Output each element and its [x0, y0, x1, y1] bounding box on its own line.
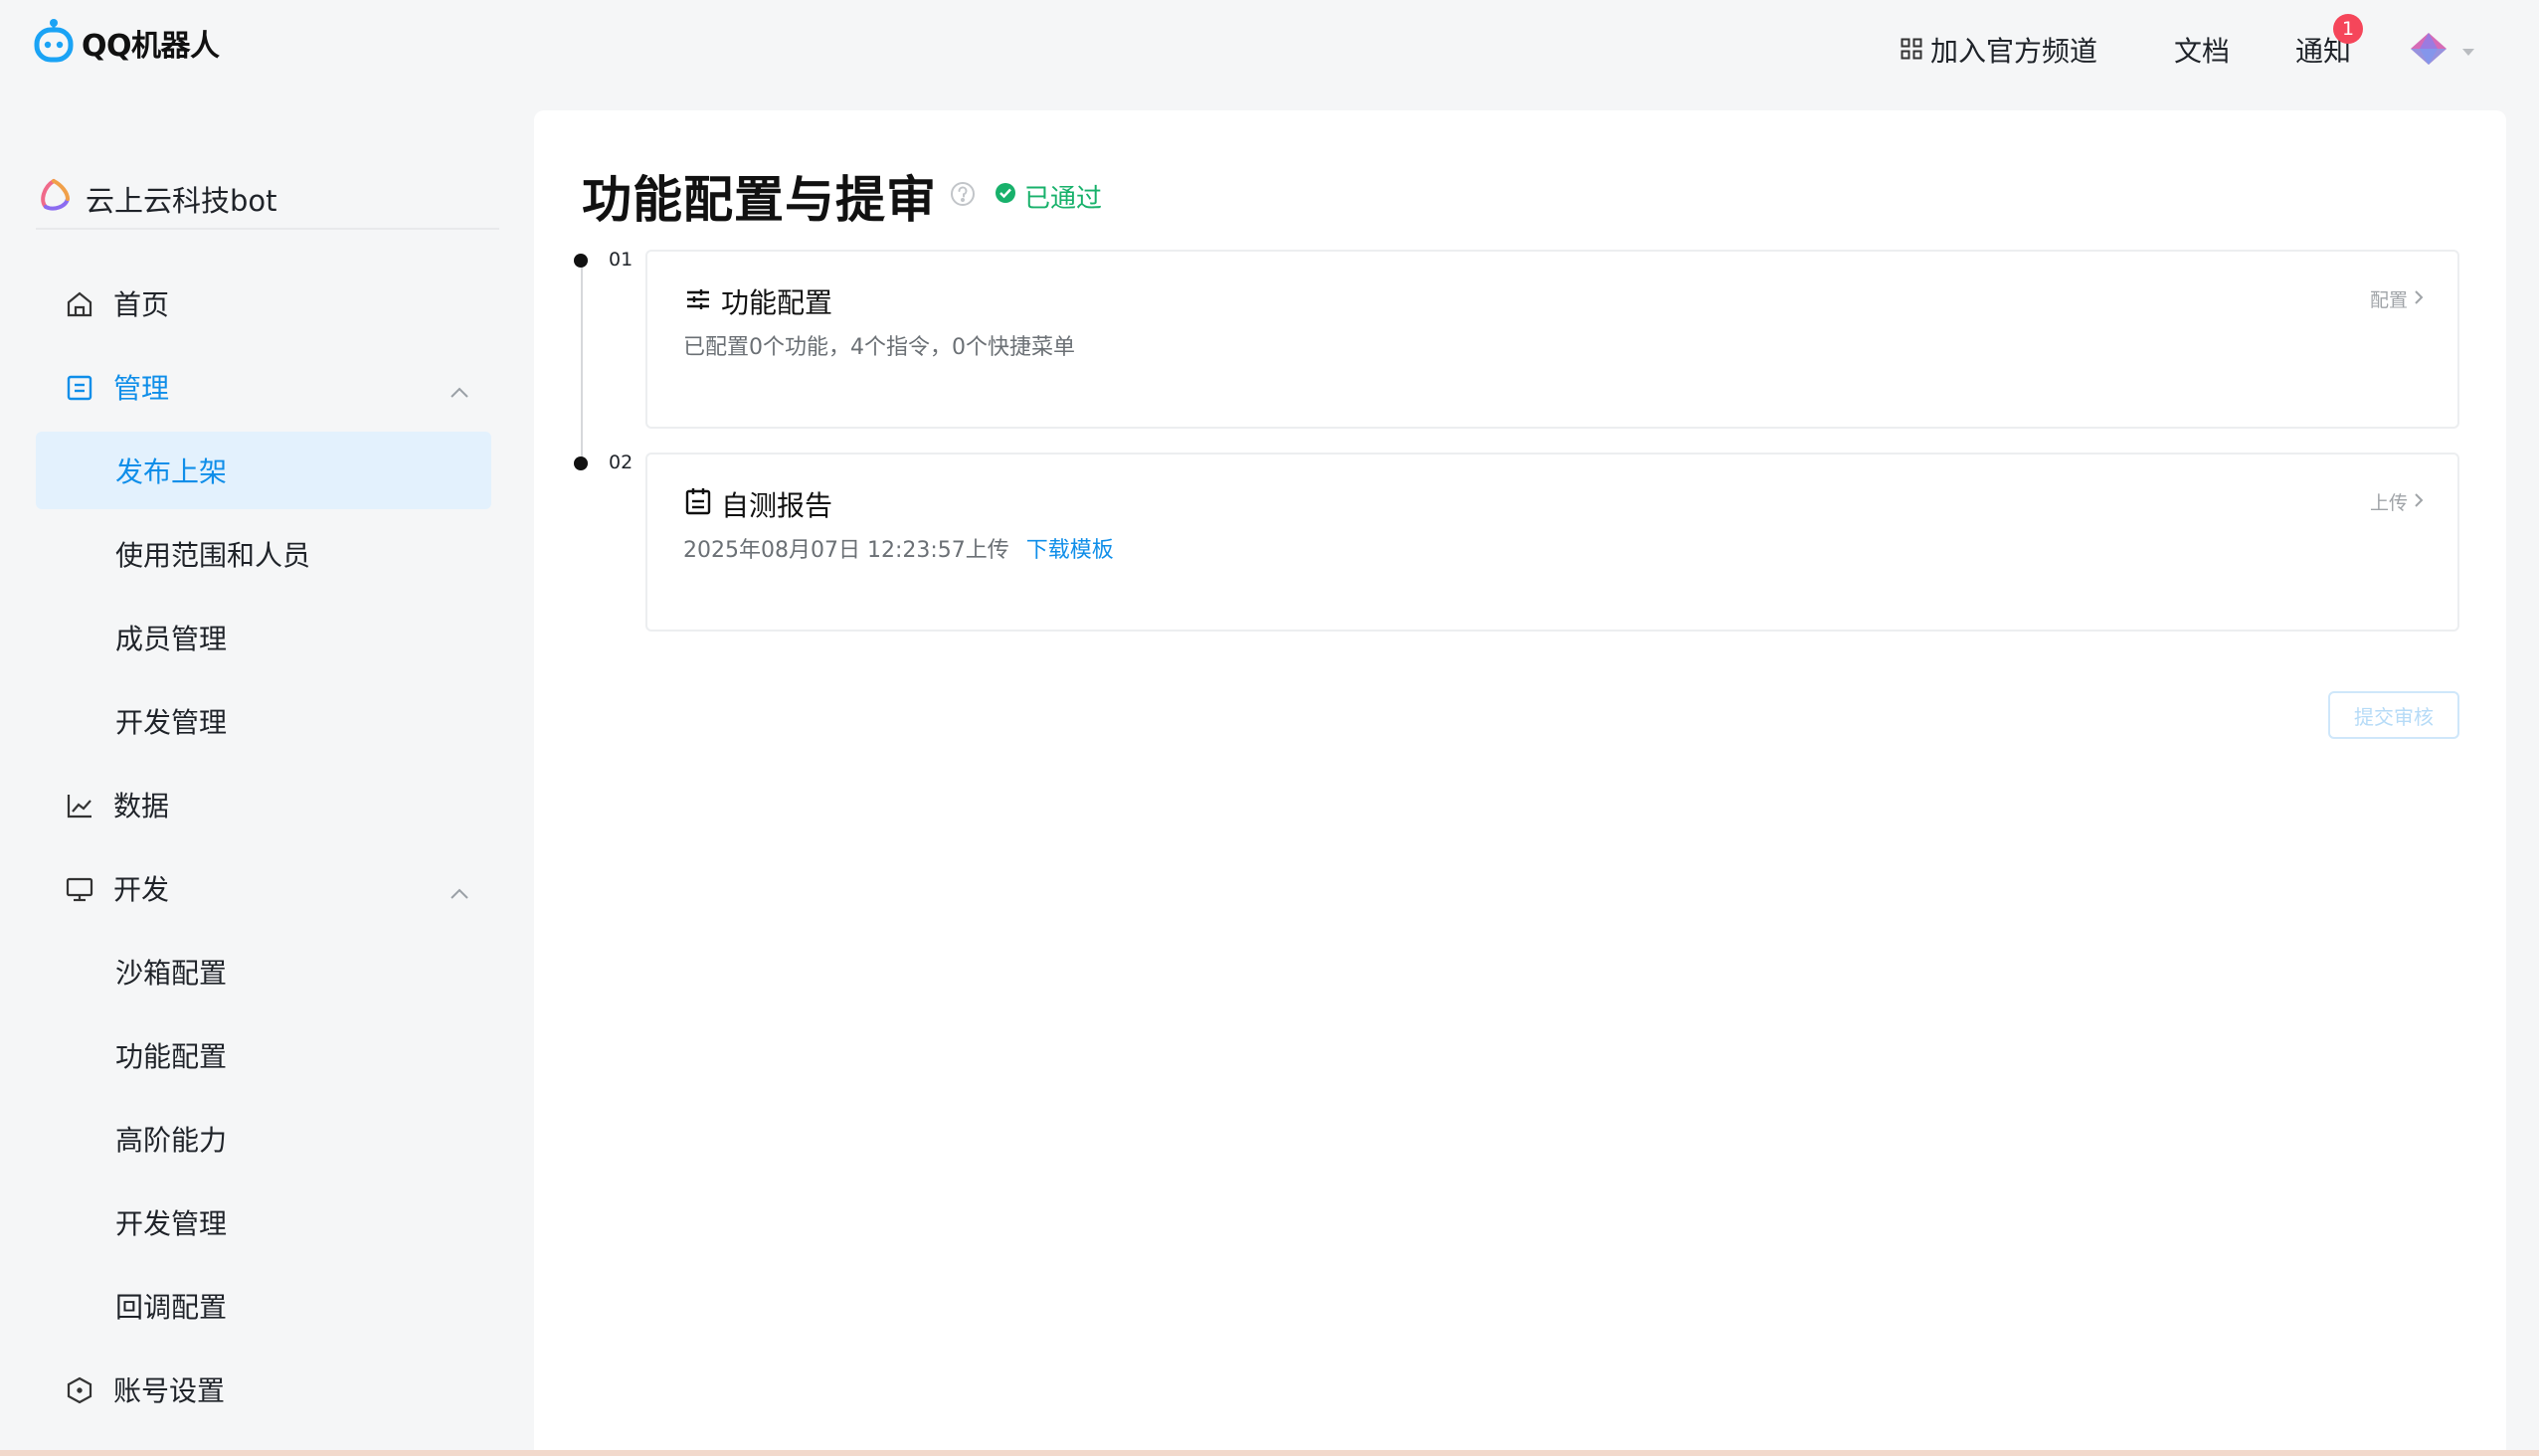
sidebar-item-members[interactable]: 成员管理: [36, 599, 491, 676]
card-title-text: 自测报告: [721, 489, 833, 522]
help-icon[interactable]: [949, 180, 977, 212]
card-title-text: 功能配置: [721, 286, 833, 319]
chevron-right-icon: [2414, 491, 2424, 513]
check-circle-icon: [995, 181, 1016, 211]
sidebar-item-label: 开发管理: [115, 1207, 228, 1240]
sidebar-item-label: 功能配置: [115, 1040, 228, 1073]
clipboard-icon: [685, 487, 711, 522]
sidebar-item-scope[interactable]: 使用范围和人员: [36, 515, 491, 593]
window-bottom-edge: [0, 1450, 2539, 1456]
status-badge: 已通过: [995, 178, 1102, 215]
avatar: [2410, 32, 2448, 70]
main-panel: 功能配置与提审 已通过 01 功能配置 已配置0个功能，4个指令，0个快捷菜单 …: [534, 110, 2506, 1456]
sidebar-item-label: 沙箱配置: [115, 957, 228, 990]
sidebar-item-label: 首页: [113, 288, 170, 321]
sidebar-item-data[interactable]: 数据: [36, 766, 491, 843]
status-label: 已通过: [1024, 183, 1103, 214]
sliders-icon: [685, 285, 711, 318]
upload-time-text: 2025年08月07日 12:23:57上传: [683, 538, 1009, 563]
submit-review-button[interactable]: 提交审核: [2328, 691, 2459, 739]
timeline-line: [581, 260, 583, 464]
sidebar-item-account[interactable]: 账号设置: [36, 1351, 491, 1428]
sidebar-item-label: 回调配置: [115, 1291, 228, 1324]
grid-icon: [1901, 34, 1922, 67]
sidebar-item-label: 开发管理: [115, 706, 228, 739]
step-dot: [574, 456, 588, 470]
sidebar-item-label: 开发: [113, 873, 170, 906]
sidebar-item-publish[interactable]: 发布上架: [36, 432, 491, 509]
docs-link[interactable]: 文档: [2174, 30, 2230, 70]
chevron-up-icon[interactable]: [450, 374, 469, 407]
join-channel-link[interactable]: 加入官方频道: [1901, 30, 2097, 70]
notification-badge: 1: [2333, 14, 2363, 44]
step-number: 02: [609, 452, 634, 473]
configure-link[interactable]: 配置: [2370, 285, 2424, 312]
logo-text: QQ机器人: [82, 29, 220, 64]
step-number: 01: [609, 249, 634, 271]
card-description-text: 已配置0个功能，4个指令，0个快捷菜单: [683, 335, 1075, 360]
sidebar-item-label: 账号设置: [113, 1374, 226, 1407]
sidebar-item-feature-config[interactable]: 功能配置: [36, 1016, 491, 1094]
notifications-link[interactable]: 通知 1: [2295, 14, 2363, 70]
sidebar-item-label: 管理: [113, 372, 170, 405]
bot-selector[interactable]: 云上云科技bot: [36, 177, 277, 220]
sidebar-item-callback[interactable]: 回调配置: [36, 1267, 491, 1345]
robot-icon: [34, 18, 74, 68]
sidebar-item-label: 数据: [113, 790, 170, 822]
sidebar-item-label: 高阶能力: [115, 1124, 228, 1157]
sidebar: 云上云科技bot 首页 管理 发布上架 使用范围和人员 成员管理 开发管理 数据…: [0, 97, 517, 1456]
sidebar-item-develop[interactable]: 开发: [36, 849, 491, 927]
chart-icon: [64, 790, 95, 821]
page-title: 功能配置与提审: [582, 171, 937, 229]
card-title: 功能配置: [685, 281, 832, 321]
card-description: 已配置0个功能，4个指令，0个快捷菜单: [683, 329, 1075, 361]
logo[interactable]: QQ机器人: [34, 18, 220, 68]
join-channel-label: 加入官方频道: [1929, 35, 2097, 68]
step-dot: [574, 254, 588, 268]
bot-logo-icon: [36, 177, 72, 220]
card-title: 自测报告: [685, 484, 832, 524]
upload-label: 上传: [2369, 492, 2408, 514]
chevron-right-icon: [2414, 288, 2424, 310]
page-header: 功能配置与提审 已通过: [582, 160, 1102, 232]
sidebar-item-advanced[interactable]: 高阶能力: [36, 1100, 491, 1178]
sidebar-item-dev-manage-2[interactable]: 开发管理: [36, 1183, 491, 1261]
card-description: 2025年08月07日 12:23:57上传 下载模板: [683, 532, 1114, 564]
sidebar-item-sandbox[interactable]: 沙箱配置: [36, 933, 491, 1010]
sidebar-item-dev-manage[interactable]: 开发管理: [36, 682, 491, 760]
download-template-link[interactable]: 下载模板: [1026, 538, 1114, 563]
user-menu[interactable]: [2410, 32, 2475, 70]
chevron-up-icon[interactable]: [450, 875, 469, 908]
docs-label: 文档: [2173, 35, 2230, 68]
step-card-self-test: 自测报告 2025年08月07日 12:23:57上传 下载模板 上传: [645, 453, 2459, 632]
monitor-icon: [64, 873, 95, 905]
hexagon-icon: [64, 1374, 95, 1406]
sidebar-item-home[interactable]: 首页: [36, 265, 491, 342]
upload-link[interactable]: 上传: [2370, 488, 2424, 515]
sidebar-divider: [36, 228, 499, 230]
sidebar-item-label: 发布上架: [115, 455, 228, 488]
chevron-down-icon: [2461, 42, 2475, 61]
bot-name-label: 云上云科技bot: [86, 183, 277, 218]
configure-label: 配置: [2369, 289, 2408, 311]
sidebar-item-label: 使用范围和人员: [115, 539, 311, 572]
document-icon: [64, 372, 95, 404]
top-bar: QQ机器人 加入官方频道 文档 通知 1: [0, 0, 2539, 97]
sidebar-item-manage[interactable]: 管理: [36, 348, 491, 426]
step-card-feature-config: 功能配置 已配置0个功能，4个指令，0个快捷菜单 配置: [645, 250, 2459, 429]
sidebar-item-label: 成员管理: [115, 623, 228, 655]
home-icon: [64, 288, 95, 320]
